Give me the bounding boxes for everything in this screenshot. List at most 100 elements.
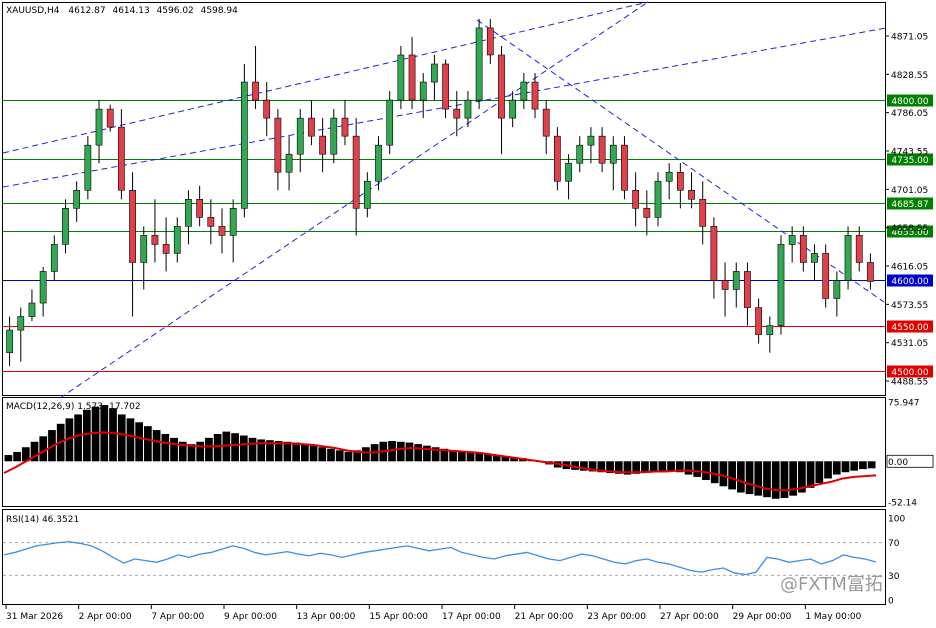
- candle-body: [453, 108, 461, 119]
- candle-body: [431, 63, 438, 83]
- macd-bar: [126, 418, 135, 462]
- macd-bar: [736, 461, 745, 493]
- candle-body: [844, 235, 852, 281]
- time-tick-label: 27 Apr 00:00: [660, 612, 719, 622]
- candle[interactable]: [777, 235, 785, 335]
- macd-bar: [684, 461, 693, 475]
- candle-body: [699, 199, 707, 227]
- candle-body: [799, 235, 807, 263]
- candle-body: [17, 316, 25, 331]
- time-tick-label: 15 Apr 00:00: [369, 612, 428, 622]
- candle[interactable]: [475, 18, 483, 110]
- price-tick-label: 4871.05: [891, 33, 928, 43]
- macd-bar: [667, 461, 675, 471]
- time-tick-label: 31 Mar 2026: [6, 612, 63, 622]
- rsi-tick-label: 30: [888, 572, 900, 582]
- candle-body: [565, 162, 572, 182]
- candle-body: [28, 302, 36, 317]
- candle-body: [554, 135, 561, 182]
- trading-chart[interactable]: 4800.00 4735.00 4685.87 4655.00 4600.00 4550.…: [0, 0, 936, 624]
- candle-body: [855, 235, 863, 263]
- candle[interactable]: [844, 226, 852, 290]
- candle-body: [688, 189, 695, 200]
- macd-bar: [170, 437, 178, 462]
- candle-body: [162, 244, 170, 254]
- price-tick-label: 4658.55: [891, 224, 928, 234]
- candle-body: [576, 144, 584, 164]
- candle-body: [330, 117, 338, 155]
- candle-body: [173, 226, 181, 254]
- low-value: 4596.02: [157, 6, 194, 16]
- candle-body: [867, 262, 874, 282]
- time-tick-label: 13 Apr 00:00: [297, 612, 356, 622]
- chart-canvas[interactable]: 4800.004735.004685.874655.004600.004550.…: [0, 0, 936, 624]
- candle[interactable]: [240, 64, 248, 218]
- candle[interactable]: [84, 136, 92, 200]
- candle-body: [308, 117, 315, 137]
- macd-bar: [414, 444, 423, 462]
- candle-body: [833, 280, 841, 299]
- macd-bar: [117, 414, 126, 462]
- candle-body: [732, 271, 740, 290]
- candle-body: [352, 135, 360, 209]
- candle-body: [129, 189, 136, 263]
- macd-bar: [396, 441, 405, 462]
- macd-bar: [39, 436, 48, 462]
- candle-body: [777, 244, 785, 326]
- candle-body: [106, 108, 114, 128]
- candle-body: [632, 189, 640, 209]
- price-tick-label: 4573.55: [891, 301, 928, 311]
- candle-body: [676, 171, 684, 191]
- candle-body: [196, 199, 204, 218]
- candle-body: [587, 135, 595, 146]
- candle-body: [475, 27, 483, 101]
- macd-bar: [693, 461, 702, 477]
- macd-tick-label: 75.947: [888, 399, 920, 409]
- candle-body: [464, 99, 472, 119]
- time-tick-label: 29 Apr 00:00: [733, 612, 792, 622]
- price-tick-label: 4828.55: [891, 71, 928, 81]
- candle[interactable]: [554, 127, 561, 191]
- candle[interactable]: [397, 45, 405, 110]
- candle[interactable]: [386, 91, 394, 155]
- candle-body: [744, 271, 751, 308]
- macd-bar: [763, 461, 771, 498]
- candle-body: [386, 99, 394, 146]
- close-value: 4598.94: [201, 6, 238, 16]
- candle-body: [419, 81, 427, 101]
- candle[interactable]: [822, 244, 830, 308]
- candle[interactable]: [442, 59, 449, 119]
- macd-bar: [196, 441, 205, 462]
- candle-body: [229, 208, 237, 236]
- symbol-label: XAUUSD,H4: [6, 6, 60, 16]
- candle-body: [240, 81, 248, 209]
- rsi-tick-label: 100: [888, 515, 905, 525]
- level-label-4685.87: 4685.87: [891, 200, 928, 210]
- candle-body: [207, 217, 215, 227]
- macd-bar: [327, 448, 335, 462]
- macd-bar: [702, 461, 710, 481]
- open-value: 4612.87: [68, 6, 105, 16]
- candle-body: [39, 271, 47, 304]
- candle-body: [520, 81, 528, 101]
- candle-body: [598, 135, 606, 164]
- macd-bar: [135, 422, 144, 462]
- macd-label: MACD(12,26,9) 1.573 -17.702: [6, 402, 141, 412]
- time-tick-label: 17 Apr 00:00: [442, 612, 501, 622]
- candle-body: [788, 235, 796, 245]
- macd-tick-label: -52.14: [888, 499, 917, 509]
- candle-body: [442, 63, 449, 110]
- macd-bar: [309, 445, 318, 462]
- macd-bar: [283, 441, 292, 462]
- candle[interactable]: [621, 136, 628, 200]
- candle-body: [363, 180, 371, 209]
- candle-body: [721, 280, 729, 290]
- rsi-tick-label: 0: [888, 597, 894, 607]
- candle-body: [151, 235, 159, 245]
- time-tick-label: 1 May 00:00: [805, 612, 861, 622]
- candle-body: [218, 226, 226, 236]
- chart-header: XAUUSD,H4 4612.87 4614.13 4596.02 4598.9…: [6, 6, 238, 16]
- candle-body: [252, 81, 259, 101]
- candle-body: [285, 153, 293, 173]
- macd-bar: [728, 461, 736, 490]
